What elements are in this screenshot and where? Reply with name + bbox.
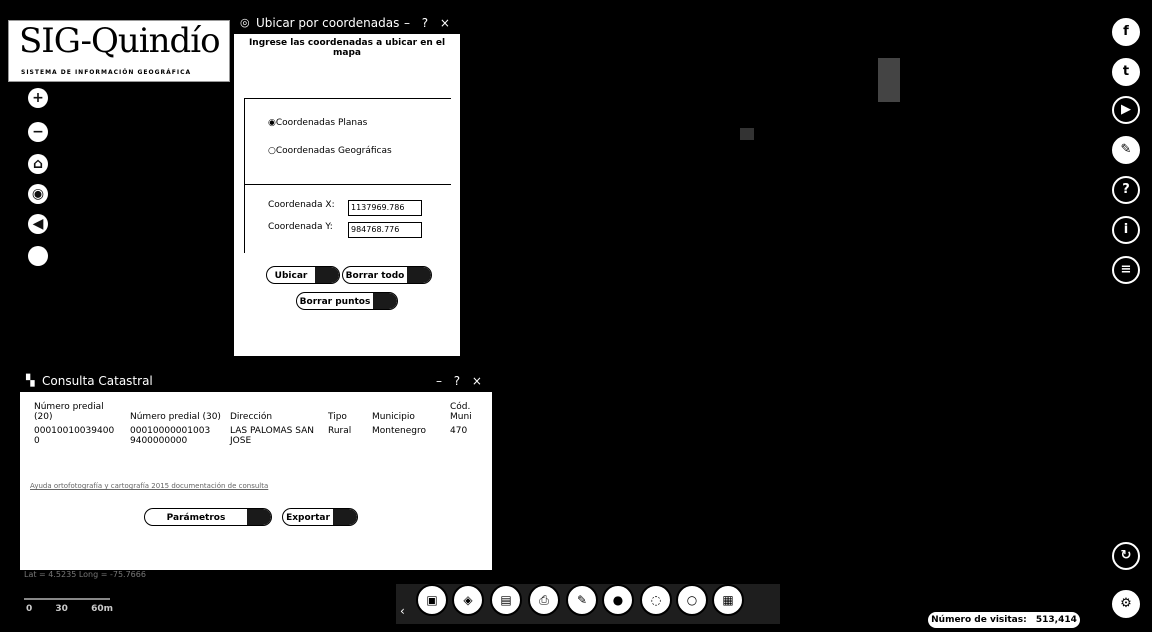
table-cell: 00010000001003 9400000000 xyxy=(130,426,211,446)
table-cell: Rural xyxy=(328,426,352,436)
coordinate-y-input[interactable]: 984768.776 xyxy=(348,222,422,238)
column-header: Dirección xyxy=(230,412,273,422)
parametros-consulta-button[interactable]: Parámetros consulta xyxy=(144,508,272,526)
list-icon[interactable]: ≡ xyxy=(1112,256,1140,284)
print-icon[interactable]: ⎙ xyxy=(528,584,560,616)
chevron-left-icon[interactable]: ‹ xyxy=(400,604,405,618)
help-link[interactable]: Ayuda ortofotografía y cartografía 2015 … xyxy=(30,482,268,490)
measure-icon[interactable]: ✎ xyxy=(566,584,598,616)
table-header-row: Número predial (20) Número predial (30) … xyxy=(30,400,480,424)
column-header: Municipio xyxy=(372,412,415,422)
radio-unchecked-icon: ○ xyxy=(268,146,276,156)
refresh-icon[interactable]: ↻ xyxy=(1112,542,1140,570)
locate-icon[interactable]: ◉ xyxy=(28,184,48,204)
window-controls[interactable]: – ? × xyxy=(404,12,454,34)
draw-icon[interactable]: ○ xyxy=(676,584,708,616)
twitter-icon[interactable]: t xyxy=(1112,58,1140,86)
borrar-puntos-button[interactable]: Borrar puntos xyxy=(296,292,398,310)
logo-subtitle: SISTEMA DE INFORMACIÓN GEOGRÁFICA xyxy=(21,69,192,76)
target-icon: ◎ xyxy=(240,16,250,29)
exportar-button[interactable]: Exportar xyxy=(282,508,358,526)
column-header: Número predial (30) xyxy=(130,412,221,422)
borrar-todo-button[interactable]: Borrar todo xyxy=(342,266,432,284)
coordinates-panel: ◎ Ubicar por coordenadas – ? × Ingrese l… xyxy=(234,12,460,356)
table-cell: 00010010039400 0 xyxy=(34,426,115,446)
column-header: Número predial (20) xyxy=(34,402,104,422)
blank-control-button[interactable] xyxy=(28,246,48,266)
coordinates-title: Ubicar por coordenadas xyxy=(256,16,400,30)
table-cell: LAS PALOMAS SAN JOSE xyxy=(230,426,315,446)
location-icon[interactable]: ● xyxy=(602,584,634,616)
settings-icon[interactable]: ⚙ xyxy=(1112,590,1140,618)
catastral-table: Número predial (20) Número predial (30) … xyxy=(30,400,480,448)
scale-labels: 0 30 60m xyxy=(26,604,113,614)
layers-icon[interactable]: ◈ xyxy=(452,584,484,616)
youtube-icon[interactable]: ▶ xyxy=(1112,96,1140,124)
window-controls[interactable]: – ? × xyxy=(436,370,486,392)
coordinate-values-group xyxy=(244,184,451,253)
help-icon[interactable]: ? xyxy=(1112,176,1140,204)
column-header: Cód. Muni xyxy=(450,402,472,422)
label-x: Coordenada X: xyxy=(268,200,335,210)
visitor-counter: Número de visitas: 513,414 xyxy=(928,612,1080,628)
info-icon[interactable]: i xyxy=(1112,216,1140,244)
search-icon[interactable]: ◌ xyxy=(640,584,672,616)
coordinates-instruction: Ingrese las coordenadas a ubicar en el m… xyxy=(248,38,446,58)
coordinates-titlebar: ◎ Ubicar por coordenadas – ? × xyxy=(234,12,460,34)
catastral-titlebar: ▚ Consulta Catastral – ? × xyxy=(20,370,492,392)
scale-label: 30 xyxy=(55,604,68,614)
map-feature xyxy=(740,128,754,140)
label-y: Coordenada Y: xyxy=(268,222,333,232)
edit-icon[interactable]: ✎ xyxy=(1112,136,1140,164)
table-cell: 470 xyxy=(450,426,468,436)
visitors-label: Número de visitas: xyxy=(931,615,1027,625)
table-icon[interactable]: ▦ xyxy=(712,584,744,616)
table-cell: Montenegro xyxy=(372,426,427,436)
basemap-icon[interactable]: ▣ xyxy=(416,584,448,616)
zoom-in-button[interactable]: + xyxy=(28,88,48,108)
back-icon[interactable]: ◀ xyxy=(28,214,48,234)
table-row[interactable]: 00010010039400 0 00010000001003 94000000… xyxy=(30,424,480,448)
logo-title: SIG-Quindío xyxy=(19,21,221,61)
column-header: Tipo xyxy=(328,412,347,422)
home-icon[interactable]: ⌂ xyxy=(28,154,48,174)
zoom-out-button[interactable]: − xyxy=(28,122,48,142)
ubicar-button[interactable]: Ubicar xyxy=(266,266,340,284)
catastral-title: Consulta Catastral xyxy=(42,374,153,388)
catastral-panel: ▚ Consulta Catastral – ? × Número predia… xyxy=(20,370,492,570)
radio-geograficas[interactable]: ○Coordenadas Geográficas xyxy=(268,146,392,156)
map-feature xyxy=(878,58,900,102)
facebook-icon[interactable]: f xyxy=(1112,18,1140,46)
scale-label: 0 xyxy=(26,604,33,614)
catastral-icon: ▚ xyxy=(26,374,35,387)
cursor-coordinates: Lat = 4.5235 Long = -75.7666 xyxy=(24,570,146,579)
scale-label: 60m xyxy=(91,604,113,614)
coordinate-x-input[interactable]: 1137969.786 xyxy=(348,200,422,216)
radio-checked-icon: ◉ xyxy=(268,118,276,128)
radio-planas[interactable]: ◉Coordenadas Planas xyxy=(268,118,367,128)
coordinate-type-group xyxy=(244,98,451,185)
scale-bar xyxy=(24,598,110,600)
identify-icon[interactable]: ▤ xyxy=(490,584,522,616)
visitors-count: 513,414 xyxy=(1035,615,1077,625)
logo: SIG-Quindío SISTEMA DE INFORMACIÓN GEOGR… xyxy=(8,20,230,82)
